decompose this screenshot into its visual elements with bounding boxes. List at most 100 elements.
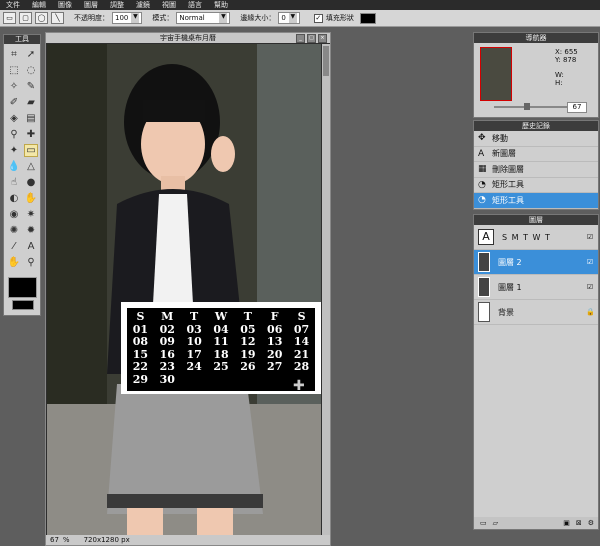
bloat-tool-icon[interactable]: ✺ (7, 224, 21, 237)
calendar-day: 10 (186, 335, 202, 348)
replace-color-tool-icon[interactable]: ✦ (7, 144, 21, 157)
delete-layer-icon[interactable]: ⊠ (576, 519, 582, 527)
visibility-check-icon[interactable]: ☑ (586, 258, 594, 266)
gradient-tool-icon[interactable]: ▤ (24, 112, 38, 125)
marquee-tool-icon[interactable]: ⬚ (7, 64, 21, 77)
close-icon[interactable]: × (318, 34, 327, 43)
hand-tool-icon[interactable]: ✋ (7, 256, 21, 269)
layer-name: 圖層 2 (498, 257, 522, 267)
zoom-slider[interactable] (494, 103, 574, 110)
menu-help[interactable]: 幫助 (208, 0, 234, 10)
navigator-zoom-input[interactable]: 67 (567, 102, 587, 113)
history-item[interactable]: A 新圖層 (474, 147, 598, 162)
edge-size-select[interactable]: 0 ▼ (278, 12, 300, 24)
rectangle-shape-icon[interactable]: ▭ (3, 12, 16, 24)
navigator-thumbnail[interactable] (480, 47, 512, 101)
wand-tool-icon[interactable]: ✧ (7, 80, 21, 93)
layer-name: 背景 (498, 307, 514, 317)
eraser-tool-icon[interactable]: ▰ (24, 96, 38, 109)
menu-adjust[interactable]: 調整 (104, 0, 130, 10)
background-color-swatch[interactable] (12, 300, 34, 310)
zoom-tool-icon[interactable]: ⚲ (24, 256, 38, 269)
shape-tool-icon[interactable]: ▭ (24, 144, 38, 157)
calendar-weekday-mon: M (161, 310, 174, 323)
layers-title: 圖層 (474, 215, 598, 225)
calendar-day: 13 (267, 335, 283, 348)
crop-tool-icon[interactable]: ⌗ (7, 48, 21, 61)
layer-name: S M T W T (502, 232, 551, 242)
new-layer-icon[interactable]: ▣ (563, 519, 570, 527)
menu-layer[interactable]: 圖層 (78, 0, 104, 10)
move-tool-icon[interactable]: ➚ (24, 48, 38, 61)
canvas-area[interactable]: S M T W T F S 01 02 03 04 05 06 07 08 09… (47, 44, 321, 535)
vertical-scrollbar[interactable] (322, 44, 330, 535)
layer-settings-icon[interactable]: ⚙ (588, 519, 594, 527)
layer-row[interactable]: 背景 🔒 (474, 300, 598, 325)
calendar-day: 26 (240, 360, 256, 373)
visibility-check-icon[interactable]: ☑ (586, 233, 594, 241)
calendar-day: 22 (132, 360, 149, 373)
menu-language[interactable]: 語言 (182, 0, 208, 10)
history-item[interactable]: ▦ 刪除圖層 (474, 162, 598, 178)
fill-color-swatch[interactable] (359, 12, 376, 24)
smudge-tool-icon[interactable]: ☝ (7, 176, 21, 189)
minimize-icon[interactable]: _ (296, 34, 305, 43)
blur-tool-icon[interactable]: 💧 (7, 160, 21, 173)
history-item[interactable]: ◔ 矩形工具 (474, 178, 598, 193)
sharpen-tool-icon[interactable]: △ (24, 160, 38, 173)
lasso-tool-icon[interactable]: ◌ (24, 64, 38, 77)
menu-edit[interactable]: 編輯 (26, 0, 52, 10)
heal-tool-icon[interactable]: ✚ (24, 128, 38, 141)
bucket-tool-icon[interactable]: ◈ (7, 112, 21, 125)
calendar-day: 12 (240, 335, 256, 348)
layer-row[interactable]: 圖層 1 ☑ (474, 275, 598, 300)
calendar-grid: S M T W T F S 01 02 03 04 05 06 07 08 09… (127, 308, 315, 391)
layer-selected[interactable]: 圖層 2 ☑ (474, 250, 598, 275)
scrollbar-thumb[interactable] (323, 46, 329, 76)
menu-image[interactable]: 圖像 (52, 0, 78, 10)
layer-style-icon[interactable]: ▱ (493, 519, 498, 527)
navigator-title: 導航器 (474, 33, 598, 43)
options-bar: ▭ ▢ ◯ ╲ 不透明度： 100 ▼ 模式： Normal ▼ 邊緣大小： 0… (0, 10, 600, 27)
stamp-tool-icon[interactable]: ⚲ (7, 128, 21, 141)
ellipse-shape-icon[interactable]: ◯ (35, 12, 48, 24)
pencil-tool-icon[interactable]: ✎ (24, 80, 38, 93)
x-label: X: (555, 48, 563, 56)
rounded-rect-shape-icon[interactable]: ▢ (19, 12, 32, 24)
zoom-value[interactable]: 67 (50, 536, 59, 544)
history-item-label: 刪除圖層 (492, 164, 524, 174)
spot-heal-tool-icon[interactable]: ✷ (24, 208, 38, 221)
mode-label: 模式： (152, 14, 174, 22)
zoom-unit: % (62, 536, 70, 544)
visibility-check-icon[interactable]: ☑ (586, 283, 594, 291)
sponge-tool-icon[interactable]: ● (24, 176, 38, 189)
type-tool-icon[interactable]: A (24, 240, 38, 253)
layers-toolbar: ▭ ▱ ▣ ⊠ ⚙ (474, 517, 598, 529)
layer-text[interactable]: A S M T W T ☑ (474, 225, 598, 250)
mode-select[interactable]: Normal ▼ (176, 12, 231, 24)
opacity-select[interactable]: 100 ▼ (112, 12, 143, 24)
burn-tool-icon[interactable]: ✋ (24, 192, 38, 205)
shape-icon: ◔ (478, 195, 486, 206)
history-item[interactable]: ✥ 移動 (474, 131, 598, 147)
zoom-slider-knob[interactable] (524, 103, 530, 110)
maximize-icon[interactable]: □ (307, 34, 316, 43)
layer-link-icon[interactable]: ▭ (480, 519, 487, 527)
menu-view[interactable]: 視圖 (156, 0, 182, 10)
history-item-selected[interactable]: ◔ 矩形工具 (474, 193, 598, 209)
pinch-tool-icon[interactable]: ✹ (24, 224, 38, 237)
eyedropper-tool-icon[interactable]: ⁄ (7, 240, 21, 253)
layer-thumbnail (478, 252, 490, 272)
lock-icon[interactable]: 🔒 (586, 308, 595, 316)
menu-file[interactable]: 文件 (0, 0, 26, 10)
fill-shape-checkbox[interactable]: ✓ (313, 13, 323, 23)
tools-title: 工具 (4, 35, 40, 44)
line-shape-icon[interactable]: ╲ (51, 12, 64, 24)
tools-panel: 工具 ⌗ ➚ ⬚ ◌ ✧ ✎ ✐ ▰ ◈ ▤ ⚲ ✚ ✦ ▭ 💧 △ ☝ ● ◐… (3, 34, 41, 316)
edge-size-value: 0 (281, 14, 286, 22)
dodge-tool-icon[interactable]: ◐ (7, 192, 21, 205)
brush-tool-icon[interactable]: ✐ (7, 96, 21, 109)
menu-filter[interactable]: 濾鏡 (130, 0, 156, 10)
redeye-tool-icon[interactable]: ◉ (7, 208, 21, 221)
foreground-color-swatch[interactable] (8, 277, 37, 298)
